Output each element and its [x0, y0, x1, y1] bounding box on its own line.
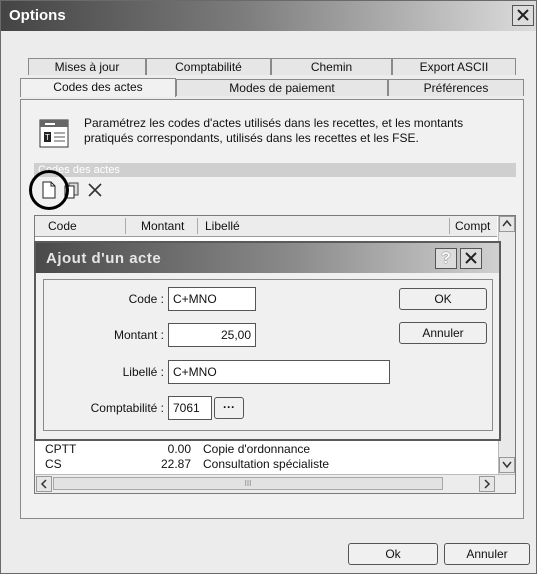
table-header: Code Montant Libellé Compt: [35, 216, 497, 237]
code-label: Code :: [128, 292, 164, 306]
delete-icon: [88, 183, 102, 197]
delete-act-button[interactable]: [86, 181, 104, 199]
tab-comptabilite[interactable]: Comptabilité: [146, 58, 271, 75]
libelle-label: Libellé :: [122, 365, 164, 379]
tab-chemin[interactable]: Chemin: [271, 58, 392, 75]
dialog-ok-button[interactable]: OK: [399, 288, 487, 310]
ok-button[interactable]: Ok: [348, 543, 438, 565]
dialog-titlebar: Ajout d'un acte ?: [36, 243, 499, 273]
scroll-left-button[interactable]: [36, 476, 52, 492]
chevron-right-icon: [484, 479, 491, 489]
chevron-left-icon: [40, 479, 47, 489]
scroll-right-button[interactable]: [479, 476, 495, 492]
dialog-title: Ajout d'un acte: [46, 250, 162, 267]
tab-modes-de-paiement[interactable]: Modes de paiement: [176, 79, 388, 96]
section-title: Codes des actes: [34, 163, 516, 177]
cancel-button[interactable]: Annuler: [444, 543, 530, 565]
cell-code: CPTT: [45, 442, 77, 456]
chevron-up-icon: [502, 219, 512, 227]
code-field[interactable]: C+MNO: [168, 287, 256, 311]
tab-codes-des-actes[interactable]: Codes des actes: [20, 78, 176, 97]
window-titlebar: Options: [1, 1, 536, 31]
horizontal-scroll-thumb[interactable]: III: [53, 477, 443, 490]
settings-card-icon: T: [37, 118, 71, 150]
window-close-button[interactable]: [512, 5, 534, 26]
tab-mises-a-jour[interactable]: Mises à jour: [28, 58, 146, 75]
libelle-field[interactable]: C+MNO: [168, 360, 390, 384]
column-header-libelle[interactable]: Libellé: [205, 219, 240, 233]
cell-libelle: Copie d'ordonnance: [203, 442, 311, 456]
column-header-montant[interactable]: Montant: [141, 219, 184, 233]
table-row[interactable]: CS 22.87 Consultation spécialiste: [35, 457, 497, 472]
column-header-code[interactable]: Code: [48, 219, 77, 233]
montant-field[interactable]: 25,00: [168, 323, 256, 347]
table-row[interactable]: CPTT 0.00 Copie d'ordonnance: [35, 442, 497, 457]
chevron-down-icon: [502, 461, 512, 469]
dialog-form-panel: Code : C+MNO Montant : 25,00 Libellé : C…: [43, 279, 493, 431]
cell-montant: 0.00: [167, 442, 191, 456]
dialog-cancel-button[interactable]: Annuler: [399, 322, 487, 344]
scroll-down-button[interactable]: [499, 457, 515, 473]
cell-montant: 22.87: [160, 457, 191, 471]
description-line-2: pratiqués correspondants, utilisés dans …: [84, 131, 419, 145]
close-icon: [517, 9, 529, 21]
close-icon: [465, 252, 477, 264]
description-line-1: Paramétrez les codes d'actes utilisés da…: [84, 116, 464, 130]
comptabilite-field[interactable]: 7061: [168, 396, 212, 420]
dialog-close-button[interactable]: [460, 248, 482, 269]
montant-label: Montant :: [113, 328, 164, 342]
tab-export-ascii[interactable]: Export ASCII: [392, 58, 516, 75]
dialog-help-button[interactable]: ?: [435, 248, 457, 269]
comptabilite-label: Comptabilité :: [90, 401, 164, 415]
column-header-compt[interactable]: Compt: [455, 219, 490, 233]
comptabilite-browse-button[interactable]: ···: [214, 397, 244, 419]
scroll-up-button[interactable]: [499, 216, 515, 232]
svg-text:T: T: [45, 133, 50, 142]
cell-libelle: Consultation spécialiste: [203, 457, 330, 471]
panel-description: Paramétrez les codes d'actes utilisés da…: [84, 116, 504, 146]
table-horizontal-scrollbar[interactable]: III: [35, 474, 515, 493]
tab-preferences[interactable]: Préférences: [388, 79, 524, 96]
cell-code: CS: [45, 457, 62, 471]
window-title: Options: [9, 7, 66, 24]
highlight-circle: [29, 170, 69, 210]
add-act-dialog: Ajout d'un acte ? Code : C+MNO Montant :…: [34, 241, 501, 441]
